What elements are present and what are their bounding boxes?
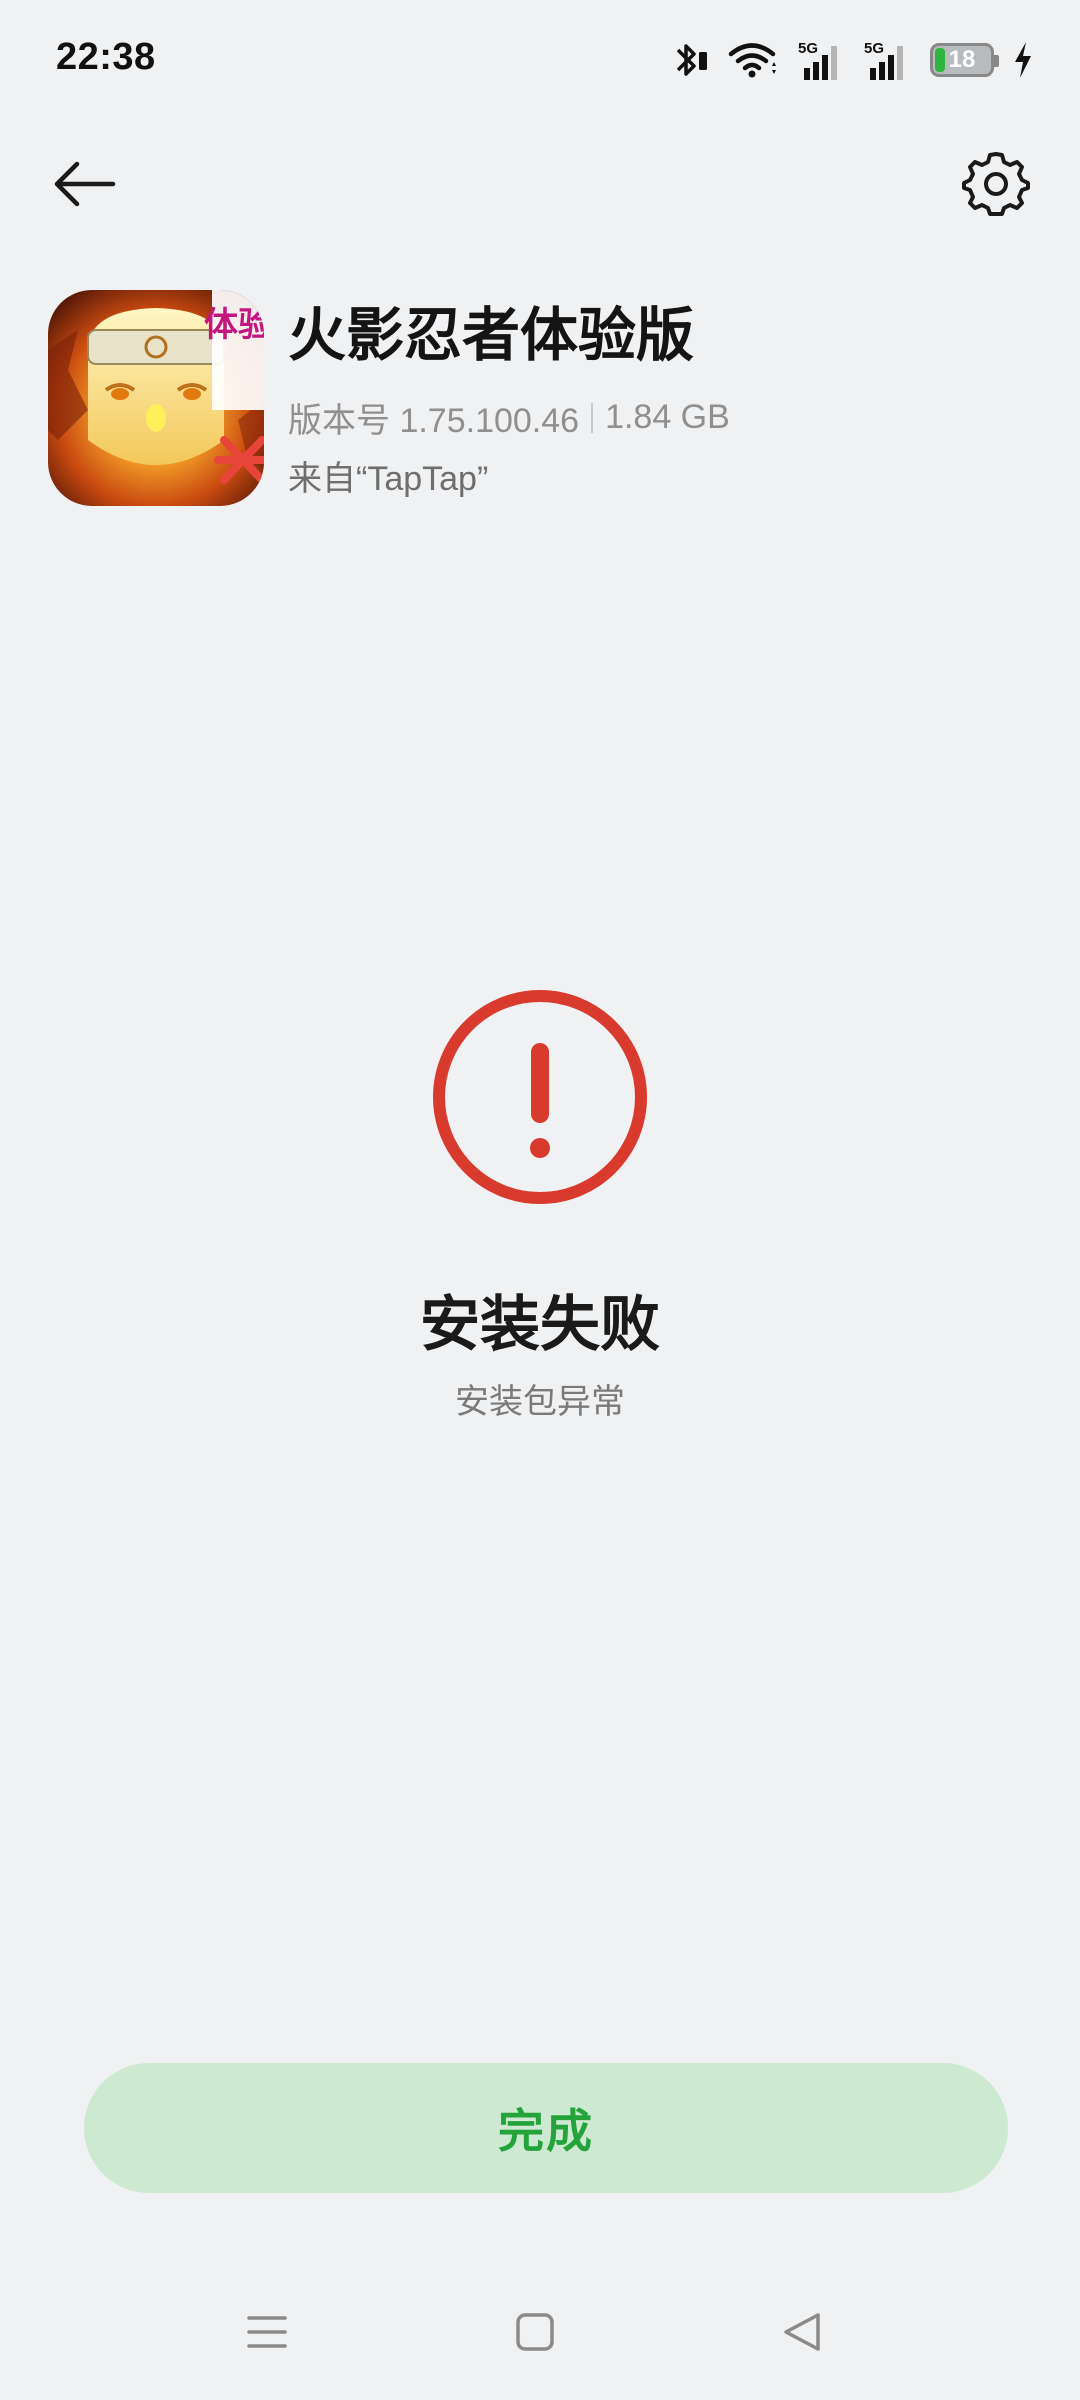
battery-tip [994, 55, 999, 67]
signal-5g-icon: 5G [864, 38, 912, 82]
meta-divider [591, 402, 594, 433]
bluetooth-icon [672, 40, 710, 80]
status-time: 22:38 [56, 36, 156, 78]
navigation-bar [0, 2280, 1080, 2390]
battery-level: 18 [948, 46, 976, 73]
home-button[interactable] [495, 2292, 575, 2372]
app-source: 来自“TapTap” [288, 460, 489, 498]
icon-badge-text: 体验 [204, 305, 264, 345]
status-icons: 5G 5G 18 [672, 36, 1034, 84]
battery-icon: 18 [930, 43, 999, 77]
error-exclamation-icon [430, 987, 650, 1207]
app-version: 版本号 1.75.100.46 [288, 402, 580, 440]
app-meta: 版本号 1.75.100.46 1.84 GB [288, 393, 730, 442]
arrow-left-icon [54, 161, 116, 207]
back-button[interactable] [40, 140, 128, 228]
status-bar: 22:38 5G 5G 18 [0, 0, 1080, 124]
result-subtitle: 安装包异常 [455, 1383, 625, 1421]
menu-button[interactable] [227, 2292, 307, 2372]
signal-label: 5G [798, 40, 818, 57]
battery-fill [935, 48, 945, 72]
app-size: 1.84 GB [605, 398, 730, 436]
charging-icon [1012, 40, 1034, 80]
menu-icon [247, 2316, 287, 2348]
app-name: 火影忍者体验版 [288, 303, 695, 368]
result-title: 安装失败 [420, 1291, 660, 1358]
done-button[interactable]: 完成 [84, 2063, 1008, 2193]
gear-icon [962, 152, 1030, 216]
install-result-screen: 22:38 5G 5G 18 体验 火影忍者体验版 版本号 1.75.100.4… [0, 0, 1080, 2400]
back-triangle-icon [784, 2313, 820, 2351]
wifi-icon [728, 40, 780, 80]
app-icon: 体验 [48, 290, 264, 506]
signal-label: 5G [864, 40, 884, 57]
home-icon [516, 2313, 554, 2351]
nav-back-button[interactable] [762, 2292, 842, 2372]
signal-5g-icon: 5G [798, 38, 846, 82]
settings-button[interactable] [952, 140, 1040, 228]
